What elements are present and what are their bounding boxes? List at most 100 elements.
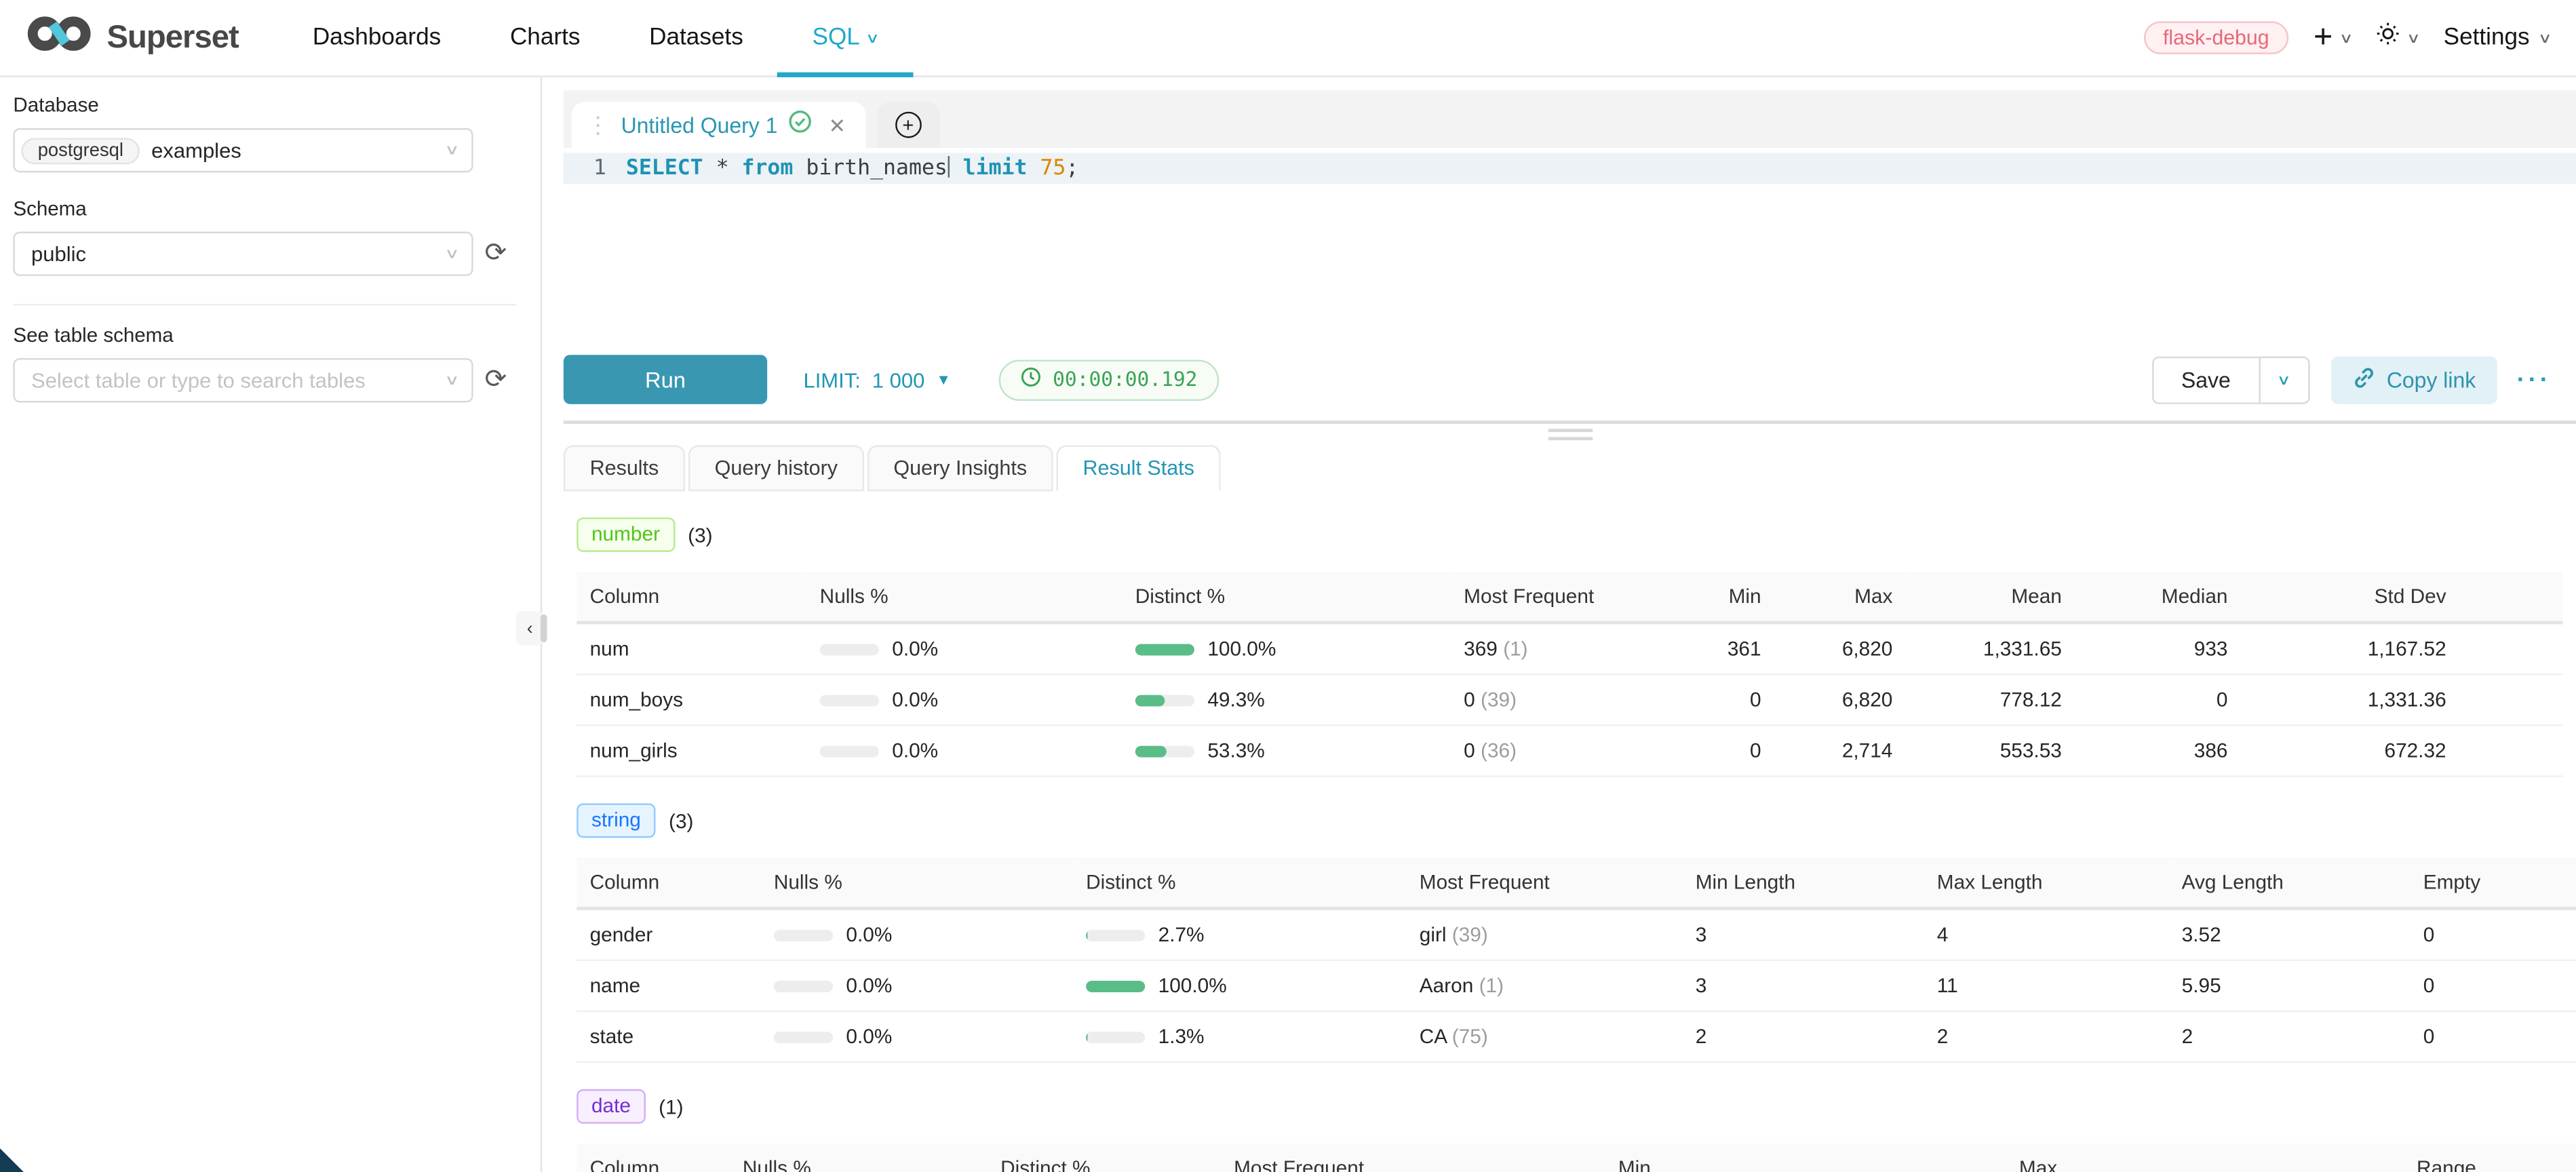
schema-select[interactable]: public ∨ <box>13 232 473 276</box>
most-frequent-cell: girl (39) <box>1406 908 1682 960</box>
nulls-cell: 0.0% <box>760 1011 1072 1062</box>
sql-editor[interactable]: 1 SELECT * from birth_names limit 75; <box>564 153 2576 340</box>
new-item-button[interactable]: + ∨ <box>2314 21 2351 54</box>
date-stats-table: ColumnNulls %Distinct %Most FrequentMinM… <box>577 1144 2576 1172</box>
limit-value: 1 000 <box>872 367 925 391</box>
plus-circle-icon: + <box>895 112 922 138</box>
progress-bar <box>1135 745 1194 756</box>
sidebar-collapse-button[interactable]: ‹ <box>516 611 544 646</box>
column-header: Column <box>577 572 806 623</box>
result-stats-panel: number(3) ColumnNulls %Distinct %Most Fre… <box>564 491 2576 1172</box>
column-header: Avg Length <box>2168 857 2410 908</box>
nav-item-dashboards[interactable]: Dashboards <box>278 0 475 77</box>
value-cell: 4 <box>1924 908 2168 960</box>
progress-bar <box>820 745 879 756</box>
table-select[interactable]: Select table or type to search tables ∨ <box>13 358 473 402</box>
chevron-down-icon: ∨ <box>444 245 459 263</box>
theme-toggle-button[interactable]: ∨ <box>2376 21 2419 54</box>
nav-menu: Dashboards Charts Datasets SQL ∨ <box>278 0 913 77</box>
close-tab-icon[interactable]: ✕ <box>829 113 846 137</box>
value-cell: 3 <box>1682 960 1924 1011</box>
column-name-cell: name <box>577 960 760 1011</box>
distinct-cell: 53.3% <box>1122 725 1450 776</box>
settings-menu[interactable]: Settings ∨ <box>2444 24 2550 51</box>
code-token-keyword: SELECT <box>626 156 703 180</box>
section-header: number(3) <box>577 517 2562 552</box>
chevron-down-icon: ∨ <box>2537 28 2552 47</box>
most-frequent-cell: 0 (39) <box>1451 674 1648 725</box>
column-name-cell: state <box>577 1011 760 1062</box>
column-header: Mean <box>1906 572 2075 623</box>
value-cell: 778.12 <box>1906 674 2075 725</box>
superset-logo[interactable]: Superset <box>26 15 239 61</box>
database-select[interactable]: postgresql examples ∨ <box>13 128 473 172</box>
most-frequent-cell: 369 (1) <box>1451 623 1648 674</box>
column-name-cell: num_boys <box>577 674 806 725</box>
column-header: Empty <box>2410 857 2576 908</box>
new-query-tab-button[interactable]: + <box>877 102 939 148</box>
column-header: Range <box>2404 1144 2576 1172</box>
progress-bar <box>820 694 879 705</box>
table-select-placeholder: Select table or type to search tables <box>31 368 366 393</box>
value-cell: 0 <box>2410 1011 2576 1062</box>
run-button[interactable]: Run <box>564 355 767 404</box>
link-icon <box>2352 366 2375 393</box>
chevron-down-icon: ∨ <box>2339 28 2353 47</box>
progress-bar <box>1135 694 1194 705</box>
save-options-button[interactable]: ∨ <box>2259 355 2309 403</box>
more-options-button[interactable]: ··· <box>2517 367 2552 391</box>
refresh-schemas-icon[interactable]: ⟳ <box>485 241 507 267</box>
tab-query-history[interactable]: Query history <box>688 445 864 491</box>
drag-handle-icon: ⋮ <box>587 113 610 136</box>
table-row: gender0.0%2.7%girl (39)343.520 <box>577 908 2576 960</box>
tab-results[interactable]: Results <box>564 445 685 491</box>
type-badge-number: number <box>577 517 675 552</box>
code-token-keyword: from <box>742 156 794 180</box>
column-header: Distinct % <box>1122 572 1450 623</box>
progress-bar <box>774 929 833 941</box>
value-cell: 3 <box>1682 908 1924 960</box>
editor-line-number: 1 <box>564 153 606 184</box>
value-cell: 0 <box>1647 674 1774 725</box>
value-cell: 0 <box>2410 960 2576 1011</box>
chevron-down-icon: ∨ <box>444 371 459 389</box>
distinct-cell: 100.0% <box>1073 960 1407 1011</box>
tab-result-stats[interactable]: Result Stats <box>1057 445 1221 491</box>
value-cell: 2 <box>1924 1011 2168 1062</box>
progress-bar <box>1086 980 1145 992</box>
copy-link-button[interactable]: Copy link <box>2330 355 2497 403</box>
navbar-right: flask-debug + ∨ ∨ Settings <box>2143 21 2550 54</box>
column-header: Median <box>2075 572 2241 623</box>
nav-item-charts[interactable]: Charts <box>475 0 614 77</box>
column-header: Max <box>1774 572 1906 623</box>
save-button[interactable]: Save <box>2151 355 2259 403</box>
value-cell: 6,820 <box>1774 623 1906 674</box>
query-tab-title: Untitled Query 1 <box>621 113 778 137</box>
limit-label: LIMIT: <box>803 367 860 391</box>
mouse-pointer <box>0 1148 24 1172</box>
most-frequent-cell: CA (75) <box>1406 1011 1682 1062</box>
code-token-number: 75 <box>1027 156 1066 180</box>
value-cell: 1,331.36 <box>2241 674 2459 725</box>
splitter-grip[interactable] <box>1548 429 1592 445</box>
section-header: date(1) <box>577 1089 2562 1124</box>
caret-down-icon: ▼ <box>936 371 951 387</box>
value-cell: 361 <box>1647 623 1774 674</box>
table-row: name0.0%100.0%Aaron (1)3115.950 <box>577 960 2576 1011</box>
nulls-cell: 0.0% <box>806 725 1122 776</box>
value-cell: 0 <box>1647 725 1774 776</box>
column-count: (1) <box>659 1095 683 1118</box>
distinct-cell: 1.3% <box>1073 1011 1407 1062</box>
chevron-down-icon: ∨ <box>866 0 880 75</box>
nav-item-datasets[interactable]: Datasets <box>614 0 777 77</box>
database-engine-tag: postgresql <box>21 137 140 163</box>
chevron-down-icon: ∨ <box>2406 28 2421 47</box>
tab-query-insights[interactable]: Query Insights <box>867 445 1053 491</box>
limit-dropdown[interactable]: LIMIT: 1 000 ▼ <box>803 367 951 391</box>
query-tab[interactable]: ⋮ Untitled Query 1 ✕ <box>572 102 865 148</box>
stats-section-number: number(3)ColumnNulls %Distinct %Most Fre… <box>577 517 2562 777</box>
nav-item-sql[interactable]: SQL ∨ <box>778 0 913 77</box>
refresh-tables-icon[interactable]: ⟳ <box>485 367 507 393</box>
column-name-cell: gender <box>577 908 760 960</box>
table-row: num0.0%100.0%369 (1)3616,8201,331.659331… <box>577 623 2562 674</box>
